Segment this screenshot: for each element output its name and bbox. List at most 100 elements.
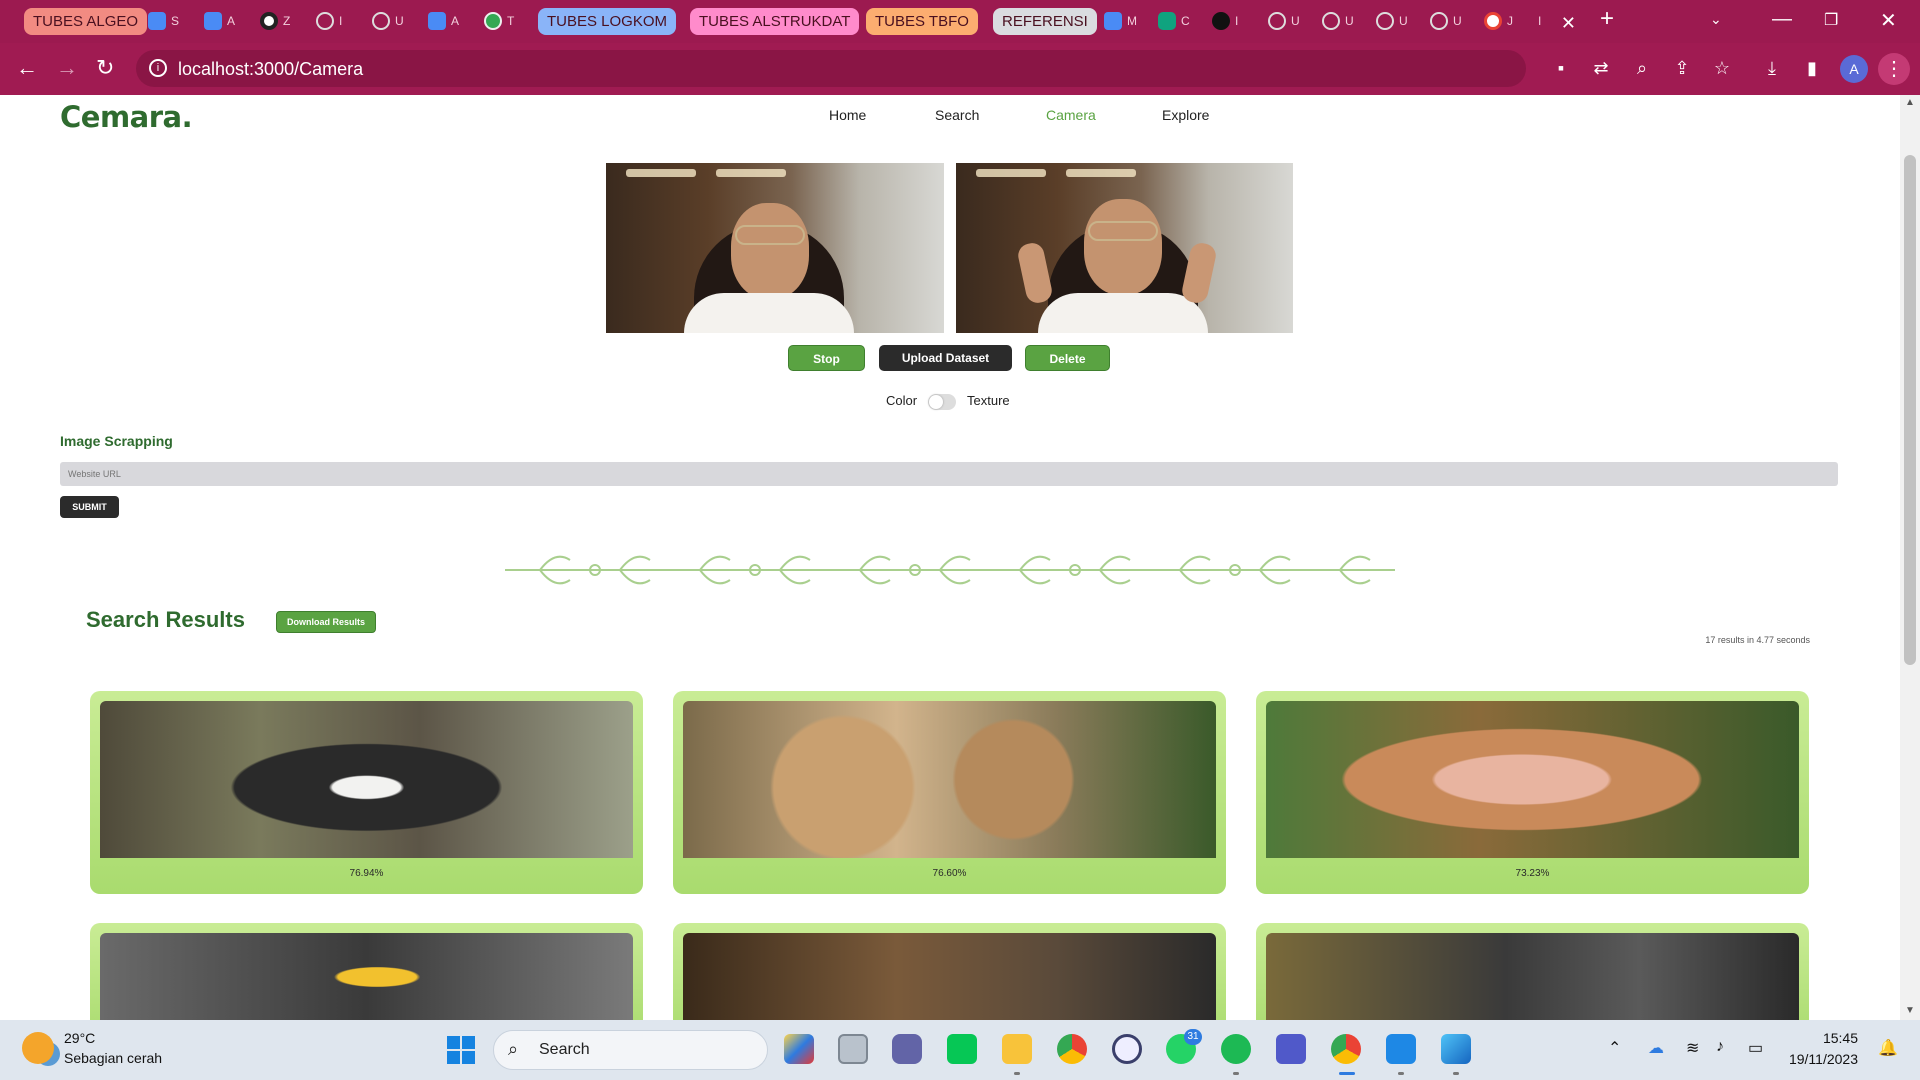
tab-group-algeo[interactable]: TUBES ALGEO: [24, 8, 148, 35]
minimize-icon[interactable]: —: [1772, 8, 1792, 31]
submit-button[interactable]: SUBMIT: [60, 496, 119, 518]
tab-globe[interactable]: U: [1262, 6, 1306, 36]
copilot-icon[interactable]: [784, 1034, 814, 1064]
new-tab-icon[interactable]: +: [1600, 5, 1614, 33]
tab-globe[interactable]: U: [366, 6, 410, 36]
line-icon[interactable]: [947, 1034, 977, 1064]
result-card[interactable]: [90, 923, 643, 1020]
spotify-icon[interactable]: [1221, 1034, 1251, 1064]
site-info-icon[interactable]: i: [149, 59, 167, 77]
active-tab[interactable]: I ✕: [1528, 6, 1586, 43]
result-image: [683, 701, 1216, 858]
teams-icon[interactable]: [1276, 1034, 1306, 1064]
nav-camera[interactable]: Camera: [1046, 107, 1096, 123]
tab-google[interactable]: J: [1478, 6, 1522, 36]
weather-icon[interactable]: [22, 1032, 54, 1064]
bookmark-star-icon[interactable]: ☆: [1712, 58, 1732, 78]
task-view-icon[interactable]: [838, 1034, 868, 1064]
chrome-profile-icon[interactable]: [1331, 1034, 1361, 1064]
tab-group-alstrukdat[interactable]: TUBES ALSTRUKDAT: [690, 8, 860, 35]
tab-group-referensi[interactable]: REFERENSI: [993, 8, 1097, 35]
docs-icon: [148, 12, 166, 30]
close-window-icon[interactable]: ✕: [1880, 8, 1897, 33]
weather-description[interactable]: Sebagian cerah: [64, 1050, 162, 1066]
result-card[interactable]: 76.60%: [673, 691, 1226, 894]
meet-icon[interactable]: [892, 1034, 922, 1064]
result-card[interactable]: [673, 923, 1226, 1020]
nav-home[interactable]: Home: [829, 107, 866, 123]
taskbar-search[interactable]: ⌕ Search: [493, 1030, 768, 1070]
download-results-button[interactable]: Download Results: [276, 611, 376, 633]
share-icon[interactable]: ⇪: [1672, 58, 1692, 78]
tab-globe[interactable]: U: [1370, 6, 1414, 36]
result-card[interactable]: 76.94%: [90, 691, 643, 894]
toggle-knob: [929, 395, 943, 409]
zoom-icon[interactable]: ⌕: [1632, 58, 1652, 78]
show-hidden-icons-icon[interactable]: ⌃: [1608, 1038, 1621, 1058]
tab-doc[interactable]: A: [198, 6, 242, 36]
onedrive-icon[interactable]: ☁: [1648, 1038, 1664, 1058]
browser-menu-icon[interactable]: ⋮: [1878, 53, 1910, 85]
side-panel-icon[interactable]: ▮: [1802, 58, 1822, 78]
nav-search[interactable]: Search: [935, 107, 979, 123]
photos-icon[interactable]: [1441, 1034, 1471, 1064]
tab-search-chevron-icon[interactable]: ⌄: [1710, 11, 1722, 28]
vine-divider: [505, 555, 1395, 585]
steam-icon[interactable]: [1112, 1034, 1142, 1064]
nav-explore[interactable]: Explore: [1162, 107, 1209, 123]
scroll-down-icon[interactable]: ▼: [1905, 1005, 1915, 1016]
tab-triangle[interactable]: I: [1206, 6, 1250, 36]
website-url-input[interactable]: [60, 462, 1838, 486]
result-count: 17 results in 4.77 seconds: [1705, 635, 1810, 645]
tab-doc[interactable]: A: [422, 6, 466, 36]
delete-button[interactable]: Delete: [1025, 345, 1110, 371]
restore-icon[interactable]: ❐: [1824, 10, 1838, 30]
download-icon[interactable]: ⤓: [1762, 58, 1782, 78]
scroll-thumb[interactable]: [1904, 155, 1916, 665]
tab-globe[interactable]: U: [1316, 6, 1360, 36]
globe-icon: [1322, 12, 1340, 30]
battery-icon[interactable]: ▭: [1748, 1038, 1763, 1058]
forward-icon[interactable]: →: [56, 55, 78, 81]
app-logo[interactable]: Cemara.: [60, 100, 193, 134]
close-tab-icon[interactable]: ✕: [1561, 13, 1576, 34]
tab-green[interactable]: T: [478, 6, 522, 36]
profile-avatar[interactable]: A: [1840, 55, 1868, 83]
tab-group-logkom[interactable]: TUBES LOGKOM: [538, 8, 677, 35]
tab-group-tbfo[interactable]: TUBES TBFO: [866, 8, 978, 35]
vscode-icon[interactable]: [1386, 1034, 1416, 1064]
clock-time[interactable]: 15:45: [1823, 1030, 1858, 1046]
start-icon[interactable]: [447, 1036, 475, 1064]
reload-icon[interactable]: ↻: [96, 55, 114, 81]
wifi-icon[interactable]: ≋: [1686, 1038, 1699, 1058]
chrome-icon[interactable]: [1057, 1034, 1087, 1064]
camera-in-use-icon[interactable]: ▪: [1551, 58, 1571, 78]
tab-chatgpt[interactable]: C: [1152, 6, 1196, 36]
translate-icon[interactable]: ⇄: [1591, 58, 1611, 78]
tab-globe[interactable]: I: [310, 6, 354, 36]
browser-toolbar: ← → ↻ i localhost:3000/Camera ▪ ⇄ ⌕ ⇪ ☆ …: [0, 43, 1920, 95]
tab-globe[interactable]: U: [1424, 6, 1468, 36]
file-explorer-icon[interactable]: [1002, 1034, 1032, 1064]
back-icon[interactable]: ←: [16, 55, 38, 81]
running-indicator: [1453, 1072, 1459, 1075]
triangle-icon: [1212, 12, 1230, 30]
upload-dataset-button[interactable]: Upload Dataset: [879, 345, 1012, 371]
stop-button[interactable]: Stop: [788, 345, 865, 371]
tab-github[interactable]: Z: [254, 6, 298, 36]
page-scrollbar[interactable]: ▲ ▼: [1900, 95, 1920, 1020]
tab-doc[interactable]: S: [142, 6, 186, 36]
clock-date[interactable]: 19/11/2023: [1789, 1051, 1858, 1067]
url-text[interactable]: localhost:3000/Camera: [178, 59, 363, 80]
tab-doc[interactable]: M: [1098, 6, 1142, 36]
result-card[interactable]: 73.23%: [1256, 691, 1809, 894]
scroll-up-icon[interactable]: ▲: [1905, 97, 1915, 108]
volume-icon[interactable]: ♪: [1716, 1038, 1724, 1056]
color-texture-toggle[interactable]: [928, 394, 956, 410]
weather-temperature[interactable]: 29°C: [64, 1030, 95, 1046]
camera-live-feed: [606, 163, 944, 333]
notification-bell-icon[interactable]: 🔔: [1878, 1038, 1898, 1058]
address-bar[interactable]: i localhost:3000/Camera: [136, 50, 1526, 87]
similarity-score: 73.23%: [1515, 868, 1550, 879]
result-card[interactable]: [1256, 923, 1809, 1020]
